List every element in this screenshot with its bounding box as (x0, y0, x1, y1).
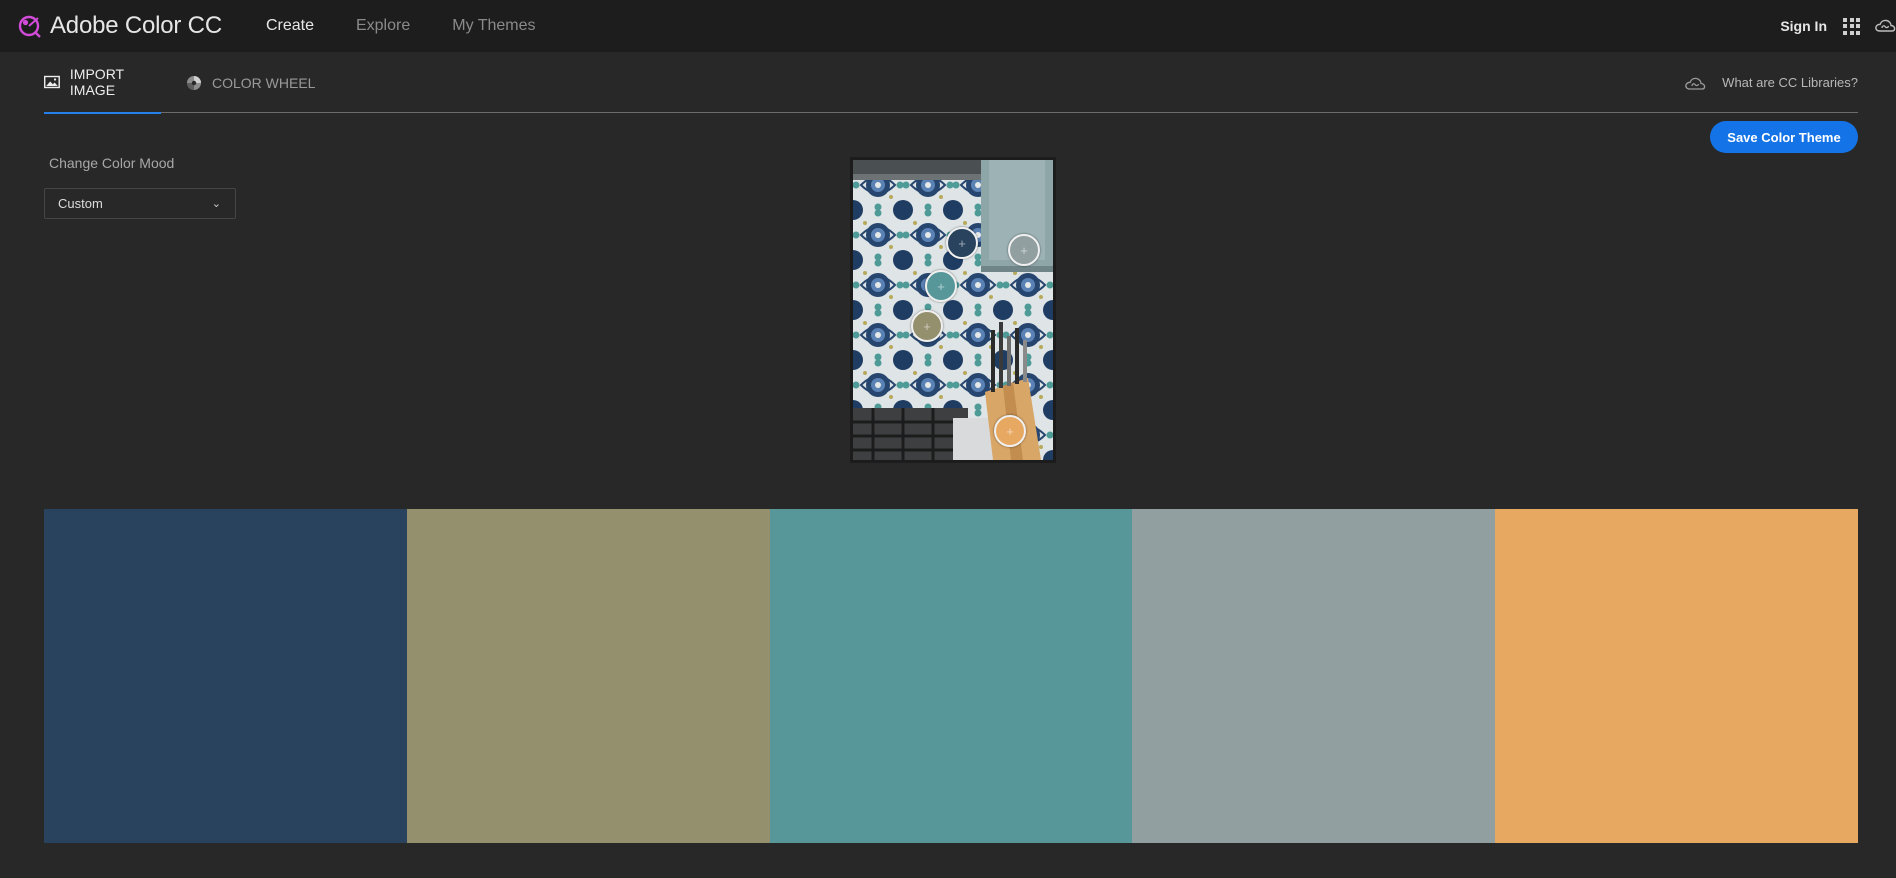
nav-explore[interactable]: Explore (356, 17, 410, 35)
color-swatch-3[interactable] (769, 509, 1133, 843)
logo[interactable]: Adobe Color CC (16, 12, 222, 40)
app-title: Adobe Color CC (50, 12, 222, 39)
nav-my-themes[interactable]: My Themes (452, 17, 535, 35)
source-image[interactable]: + + + + + (853, 160, 1053, 460)
color-swatch-2[interactable] (406, 509, 770, 843)
color-mood-label: Change Color Mood (49, 155, 175, 171)
color-mood-dropdown[interactable]: Custom ⌄ (44, 188, 236, 219)
tab-wheel-label: COLOR WHEEL (212, 74, 316, 91)
color-picker-handle[interactable]: + (946, 227, 978, 259)
tab-import-image[interactable]: IMPORT IMAGE (44, 52, 161, 114)
color-theme-swatches (44, 509, 1858, 843)
main-nav: Create Explore My Themes (266, 17, 578, 35)
color-swatch-5[interactable] (1495, 509, 1858, 843)
tab-color-wheel[interactable]: COLOR WHEEL (186, 52, 315, 113)
color-picker-handle[interactable]: + (994, 415, 1026, 447)
nav-create[interactable]: Create (266, 17, 314, 35)
top-right-controls: Sign In (1780, 0, 1896, 52)
color-picker-handle[interactable]: + (1008, 234, 1040, 266)
source-image-frame: + + + + + (850, 157, 1056, 463)
app-grid-icon[interactable] (1843, 17, 1860, 35)
color-swatch-4[interactable] (1132, 509, 1496, 843)
cc-libraries-link[interactable]: What are CC Libraries? (1684, 52, 1858, 113)
top-navigation-bar: Adobe Color CC Create Explore My Themes … (0, 0, 1896, 52)
color-picker-handle[interactable]: + (911, 310, 943, 342)
color-swatch-1[interactable] (44, 509, 407, 843)
mode-tabs: IMPORT IMAGE COLOR WHEEL What are CC Lib… (44, 52, 1858, 114)
cc-libraries-text: What are CC Libraries? (1722, 75, 1858, 90)
creative-cloud-icon (1685, 77, 1706, 90)
chevron-down-icon: ⌄ (211, 198, 221, 210)
tile-kitchen-photo (853, 160, 1053, 460)
color-mood-value: Custom (58, 196, 103, 211)
image-icon (44, 75, 60, 89)
color-picker-handle[interactable]: + (925, 270, 957, 302)
creative-cloud-icon[interactable] (1874, 15, 1896, 37)
adobe-color-logo-icon (18, 15, 41, 38)
sign-in-link[interactable]: Sign In (1780, 18, 1827, 34)
save-color-theme-button[interactable]: Save Color Theme (1710, 121, 1858, 153)
tab-import-label: IMPORT IMAGE (69, 66, 124, 98)
color-wheel-icon (187, 75, 201, 90)
